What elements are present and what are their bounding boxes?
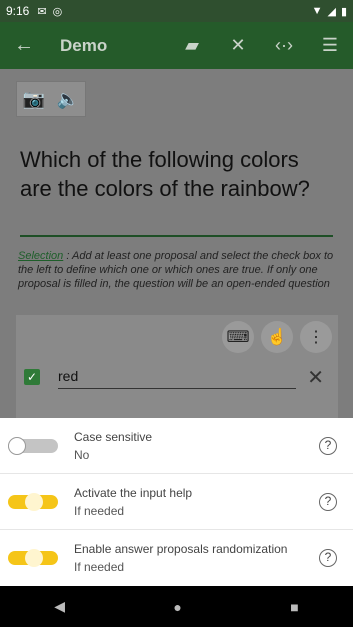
remove-proposal-icon[interactable]: ✕ [307, 365, 324, 390]
hint-text: : Add at least one proposal and select t… [18, 250, 334, 290]
proposal-checkbox[interactable]: ✓ [24, 369, 40, 385]
proposal-card: ⌨ ☝ ⋮ ✓ red ✕ [16, 315, 338, 427]
sync-icon: ◎ [52, 5, 63, 18]
setting-randomization[interactable]: Enable answer proposals randomization If… [0, 530, 353, 586]
case-sensitive-toggle[interactable] [8, 437, 58, 455]
settings-sheet: Case sensitive No ? Activate the input h… [0, 418, 353, 586]
signal-icon: ◢ [327, 5, 336, 18]
status-bar: 9:16 ✉ ◎ ▼ ◢ ▮ [0, 0, 353, 22]
setting-label: Case sensitive [74, 430, 153, 444]
more-vert-icon[interactable]: ⋮ [300, 321, 332, 353]
selection-link[interactable]: Selection [18, 250, 63, 262]
keyboard-icon[interactable]: ⌨ [222, 321, 254, 353]
close-icon[interactable]: ✕ [215, 35, 261, 56]
proposal-input[interactable]: red [58, 368, 296, 389]
touch-icon[interactable]: ☝ [261, 321, 293, 353]
back-nav-icon[interactable]: ◀ [54, 598, 65, 615]
sd-card-icon[interactable]: ▰ [169, 35, 215, 56]
setting-input-help[interactable]: Activate the input help If needed ? [0, 474, 353, 530]
media-toolbar: 📷 🔈 [16, 81, 86, 117]
setting-label: Activate the input help [74, 486, 193, 500]
battery-icon: ▮ [340, 5, 347, 18]
code-arrows-icon[interactable]: ‹·› [261, 35, 307, 56]
add-photo-icon[interactable]: 📷 [17, 81, 51, 117]
setting-value: If needed [74, 560, 125, 574]
help-icon[interactable]: ? [319, 549, 337, 567]
add-audio-icon[interactable]: 🔈 [51, 81, 85, 117]
help-icon[interactable]: ? [319, 493, 337, 511]
setting-value: No [74, 448, 90, 462]
question-input[interactable]: Which of the following colors are the co… [20, 145, 332, 203]
page-title: Demo [60, 35, 108, 55]
wifi-icon: ▼ [311, 5, 323, 17]
status-time: 9:16 [6, 4, 30, 18]
recents-nav-icon[interactable]: ■ [290, 599, 298, 615]
setting-value: If needed [74, 504, 125, 518]
randomization-toggle[interactable] [8, 549, 58, 567]
list-icon[interactable]: ☰ [307, 35, 353, 56]
home-nav-icon[interactable]: ● [173, 599, 181, 615]
system-nav-bar: ◀ ● ■ [0, 586, 353, 627]
question-underline [20, 235, 333, 237]
arrow-left-icon[interactable]: ← [0, 34, 48, 57]
selection-hint: Selection : Add at least one proposal an… [18, 249, 338, 291]
question-editor: 📷 🔈 Which of the following colors are th… [0, 69, 353, 427]
setting-case-sensitive[interactable]: Case sensitive No ? [0, 418, 353, 474]
setting-label: Enable answer proposals randomization [74, 542, 288, 556]
app-bar: ← Demo ▰ ✕ ‹·› ☰ [0, 22, 353, 69]
input-help-toggle[interactable] [8, 493, 58, 511]
help-icon[interactable]: ? [319, 437, 337, 455]
gmail-icon: ✉ [37, 5, 47, 18]
